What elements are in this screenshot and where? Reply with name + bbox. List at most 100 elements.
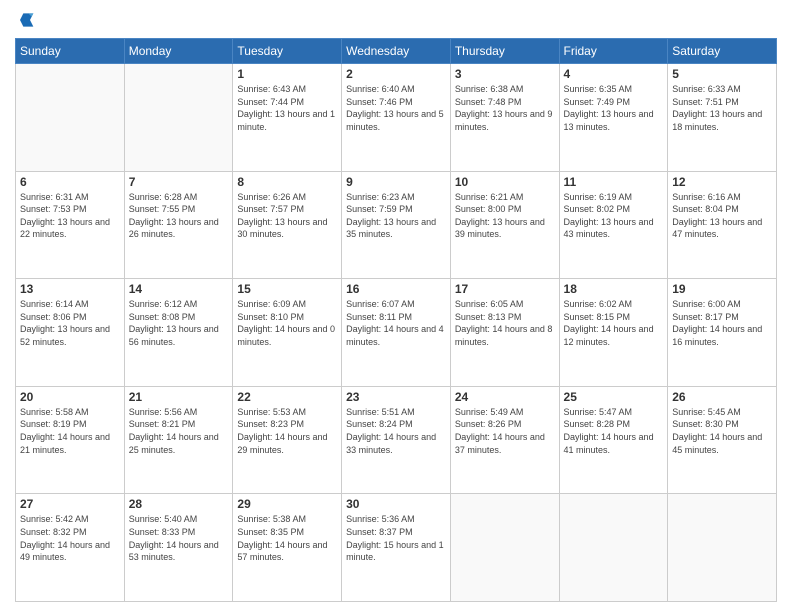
day-info: Sunrise: 6:02 AMSunset: 8:15 PMDaylight:… — [564, 298, 664, 348]
calendar-cell — [668, 494, 777, 602]
day-number: 5 — [672, 67, 772, 81]
day-info: Sunrise: 6:12 AMSunset: 8:08 PMDaylight:… — [129, 298, 229, 348]
day-number: 22 — [237, 390, 337, 404]
day-info: Sunrise: 6:07 AMSunset: 8:11 PMDaylight:… — [346, 298, 446, 348]
day-info: Sunrise: 6:05 AMSunset: 8:13 PMDaylight:… — [455, 298, 555, 348]
calendar-header-saturday: Saturday — [668, 39, 777, 64]
header — [15, 10, 777, 30]
day-info: Sunrise: 5:36 AMSunset: 8:37 PMDaylight:… — [346, 513, 446, 563]
logo — [15, 10, 39, 30]
day-info: Sunrise: 5:42 AMSunset: 8:32 PMDaylight:… — [20, 513, 120, 563]
calendar-cell: 8 Sunrise: 6:26 AMSunset: 7:57 PMDaylight… — [233, 171, 342, 279]
calendar-cell: 4 Sunrise: 6:35 AMSunset: 7:49 PMDaylight… — [559, 64, 668, 172]
day-number: 16 — [346, 282, 446, 296]
calendar-cell: 14 Sunrise: 6:12 AMSunset: 8:08 PMDayligh… — [124, 279, 233, 387]
calendar-cell: 9Sunrise: 6:23 AMSunset: 7:59 PMDaylight… — [342, 171, 451, 279]
calendar-cell — [559, 494, 668, 602]
day-number: 3 — [455, 67, 555, 81]
day-number: 18 — [564, 282, 664, 296]
calendar-cell: 30 Sunrise: 5:36 AMSunset: 8:37 PMDayligh… — [342, 494, 451, 602]
day-number: 12 — [672, 175, 772, 189]
calendar-week-1: 1 Sunrise: 6:43 AMSunset: 7:44 PMDaylight… — [16, 64, 777, 172]
day-number: 17 — [455, 282, 555, 296]
calendar-cell: 11 Sunrise: 6:19 AMSunset: 8:02 PMDayligh… — [559, 171, 668, 279]
day-number: 6 — [20, 175, 120, 189]
calendar-week-2: 6 Sunrise: 6:31 AMSunset: 7:53 PMDaylight… — [16, 171, 777, 279]
calendar-cell: 7 Sunrise: 6:28 AMSunset: 7:55 PMDaylight… — [124, 171, 233, 279]
calendar-cell: 3 Sunrise: 6:38 AMSunset: 7:48 PMDaylight… — [450, 64, 559, 172]
day-number: 8 — [237, 175, 337, 189]
calendar-cell — [16, 64, 125, 172]
calendar-cell: 12 Sunrise: 6:16 AMSunset: 8:04 PMDayligh… — [668, 171, 777, 279]
day-number: 26 — [672, 390, 772, 404]
calendar-cell: 27 Sunrise: 5:42 AMSunset: 8:32 PMDayligh… — [16, 494, 125, 602]
calendar-week-3: 13Sunrise: 6:14 AMSunset: 8:06 PMDayligh… — [16, 279, 777, 387]
day-number: 10 — [455, 175, 555, 189]
day-number: 30 — [346, 497, 446, 511]
day-number: 25 — [564, 390, 664, 404]
calendar-week-5: 27 Sunrise: 5:42 AMSunset: 8:32 PMDayligh… — [16, 494, 777, 602]
day-info: Sunrise: 5:38 AMSunset: 8:35 PMDaylight:… — [237, 513, 337, 563]
day-info: Sunrise: 6:28 AMSunset: 7:55 PMDaylight:… — [129, 191, 229, 241]
day-info: Sunrise: 5:40 AMSunset: 8:33 PMDaylight:… — [129, 513, 229, 563]
day-number: 27 — [20, 497, 120, 511]
calendar-cell — [450, 494, 559, 602]
day-info: Sunrise: 6:09 AMSunset: 8:10 PMDaylight:… — [237, 298, 337, 348]
calendar-header-row: SundayMondayTuesdayWednesdayThursdayFrid… — [16, 39, 777, 64]
calendar-cell: 18 Sunrise: 6:02 AMSunset: 8:15 PMDayligh… — [559, 279, 668, 387]
calendar-cell: 24Sunrise: 5:49 AMSunset: 8:26 PMDayligh… — [450, 386, 559, 494]
calendar-cell: 13Sunrise: 6:14 AMSunset: 8:06 PMDayligh… — [16, 279, 125, 387]
day-number: 7 — [129, 175, 229, 189]
calendar-cell: 29 Sunrise: 5:38 AMSunset: 8:35 PMDayligh… — [233, 494, 342, 602]
calendar-cell: 2Sunrise: 6:40 AMSunset: 7:46 PMDaylight… — [342, 64, 451, 172]
day-info: Sunrise: 6:00 AMSunset: 8:17 PMDaylight:… — [672, 298, 772, 348]
day-info: Sunrise: 6:14 AMSunset: 8:06 PMDaylight:… — [20, 298, 120, 348]
day-number: 14 — [129, 282, 229, 296]
calendar-cell: 10 Sunrise: 6:21 AMSunset: 8:00 PMDayligh… — [450, 171, 559, 279]
calendar-header-sunday: Sunday — [16, 39, 125, 64]
calendar-cell: 21Sunrise: 5:56 AMSunset: 8:21 PMDayligh… — [124, 386, 233, 494]
day-info: Sunrise: 6:38 AMSunset: 7:48 PMDaylight:… — [455, 83, 555, 133]
day-number: 19 — [672, 282, 772, 296]
calendar-cell: 19 Sunrise: 6:00 AMSunset: 8:17 PMDayligh… — [668, 279, 777, 387]
calendar-cell: 25 Sunrise: 5:47 AMSunset: 8:28 PMDayligh… — [559, 386, 668, 494]
calendar-header-tuesday: Tuesday — [233, 39, 342, 64]
day-number: 29 — [237, 497, 337, 511]
calendar-header-monday: Monday — [124, 39, 233, 64]
day-info: Sunrise: 6:43 AMSunset: 7:44 PMDaylight:… — [237, 83, 337, 133]
day-info: Sunrise: 5:49 AMSunset: 8:26 PMDaylight:… — [455, 406, 555, 456]
day-number: 2 — [346, 67, 446, 81]
day-number: 28 — [129, 497, 229, 511]
day-number: 20 — [20, 390, 120, 404]
day-info: Sunrise: 6:19 AMSunset: 8:02 PMDaylight:… — [564, 191, 664, 241]
calendar-week-4: 20 Sunrise: 5:58 AMSunset: 8:19 PMDayligh… — [16, 386, 777, 494]
day-number: 1 — [237, 67, 337, 81]
calendar-cell: 23Sunrise: 5:51 AMSunset: 8:24 PMDayligh… — [342, 386, 451, 494]
day-info: Sunrise: 6:21 AMSunset: 8:00 PMDaylight:… — [455, 191, 555, 241]
calendar-cell: 20 Sunrise: 5:58 AMSunset: 8:19 PMDayligh… — [16, 386, 125, 494]
calendar-cell: 28 Sunrise: 5:40 AMSunset: 8:33 PMDayligh… — [124, 494, 233, 602]
calendar-cell: 1 Sunrise: 6:43 AMSunset: 7:44 PMDaylight… — [233, 64, 342, 172]
day-number: 15 — [237, 282, 337, 296]
day-info: Sunrise: 6:26 AMSunset: 7:57 PMDaylight:… — [237, 191, 337, 241]
calendar-cell: 17 Sunrise: 6:05 AMSunset: 8:13 PMDayligh… — [450, 279, 559, 387]
day-info: Sunrise: 6:33 AMSunset: 7:51 PMDaylight:… — [672, 83, 772, 133]
day-info: Sunrise: 6:23 AMSunset: 7:59 PMDaylight:… — [346, 191, 446, 241]
day-info: Sunrise: 5:45 AMSunset: 8:30 PMDaylight:… — [672, 406, 772, 456]
day-number: 11 — [564, 175, 664, 189]
calendar-cell: 26 Sunrise: 5:45 AMSunset: 8:30 PMDayligh… — [668, 386, 777, 494]
day-info: Sunrise: 6:31 AMSunset: 7:53 PMDaylight:… — [20, 191, 120, 241]
day-info: Sunrise: 6:16 AMSunset: 8:04 PMDaylight:… — [672, 191, 772, 241]
day-number: 4 — [564, 67, 664, 81]
calendar-cell: 22Sunrise: 5:53 AMSunset: 8:23 PMDayligh… — [233, 386, 342, 494]
calendar-cell — [124, 64, 233, 172]
calendar-table: SundayMondayTuesdayWednesdayThursdayFrid… — [15, 38, 777, 602]
day-number: 21 — [129, 390, 229, 404]
day-info: Sunrise: 5:47 AMSunset: 8:28 PMDaylight:… — [564, 406, 664, 456]
day-info: Sunrise: 5:51 AMSunset: 8:24 PMDaylight:… — [346, 406, 446, 456]
calendar-cell: 15 Sunrise: 6:09 AMSunset: 8:10 PMDayligh… — [233, 279, 342, 387]
day-info: Sunrise: 6:35 AMSunset: 7:49 PMDaylight:… — [564, 83, 664, 133]
day-info: Sunrise: 5:58 AMSunset: 8:19 PMDaylight:… — [20, 406, 120, 456]
calendar-header-friday: Friday — [559, 39, 668, 64]
logo-icon — [15, 10, 35, 30]
